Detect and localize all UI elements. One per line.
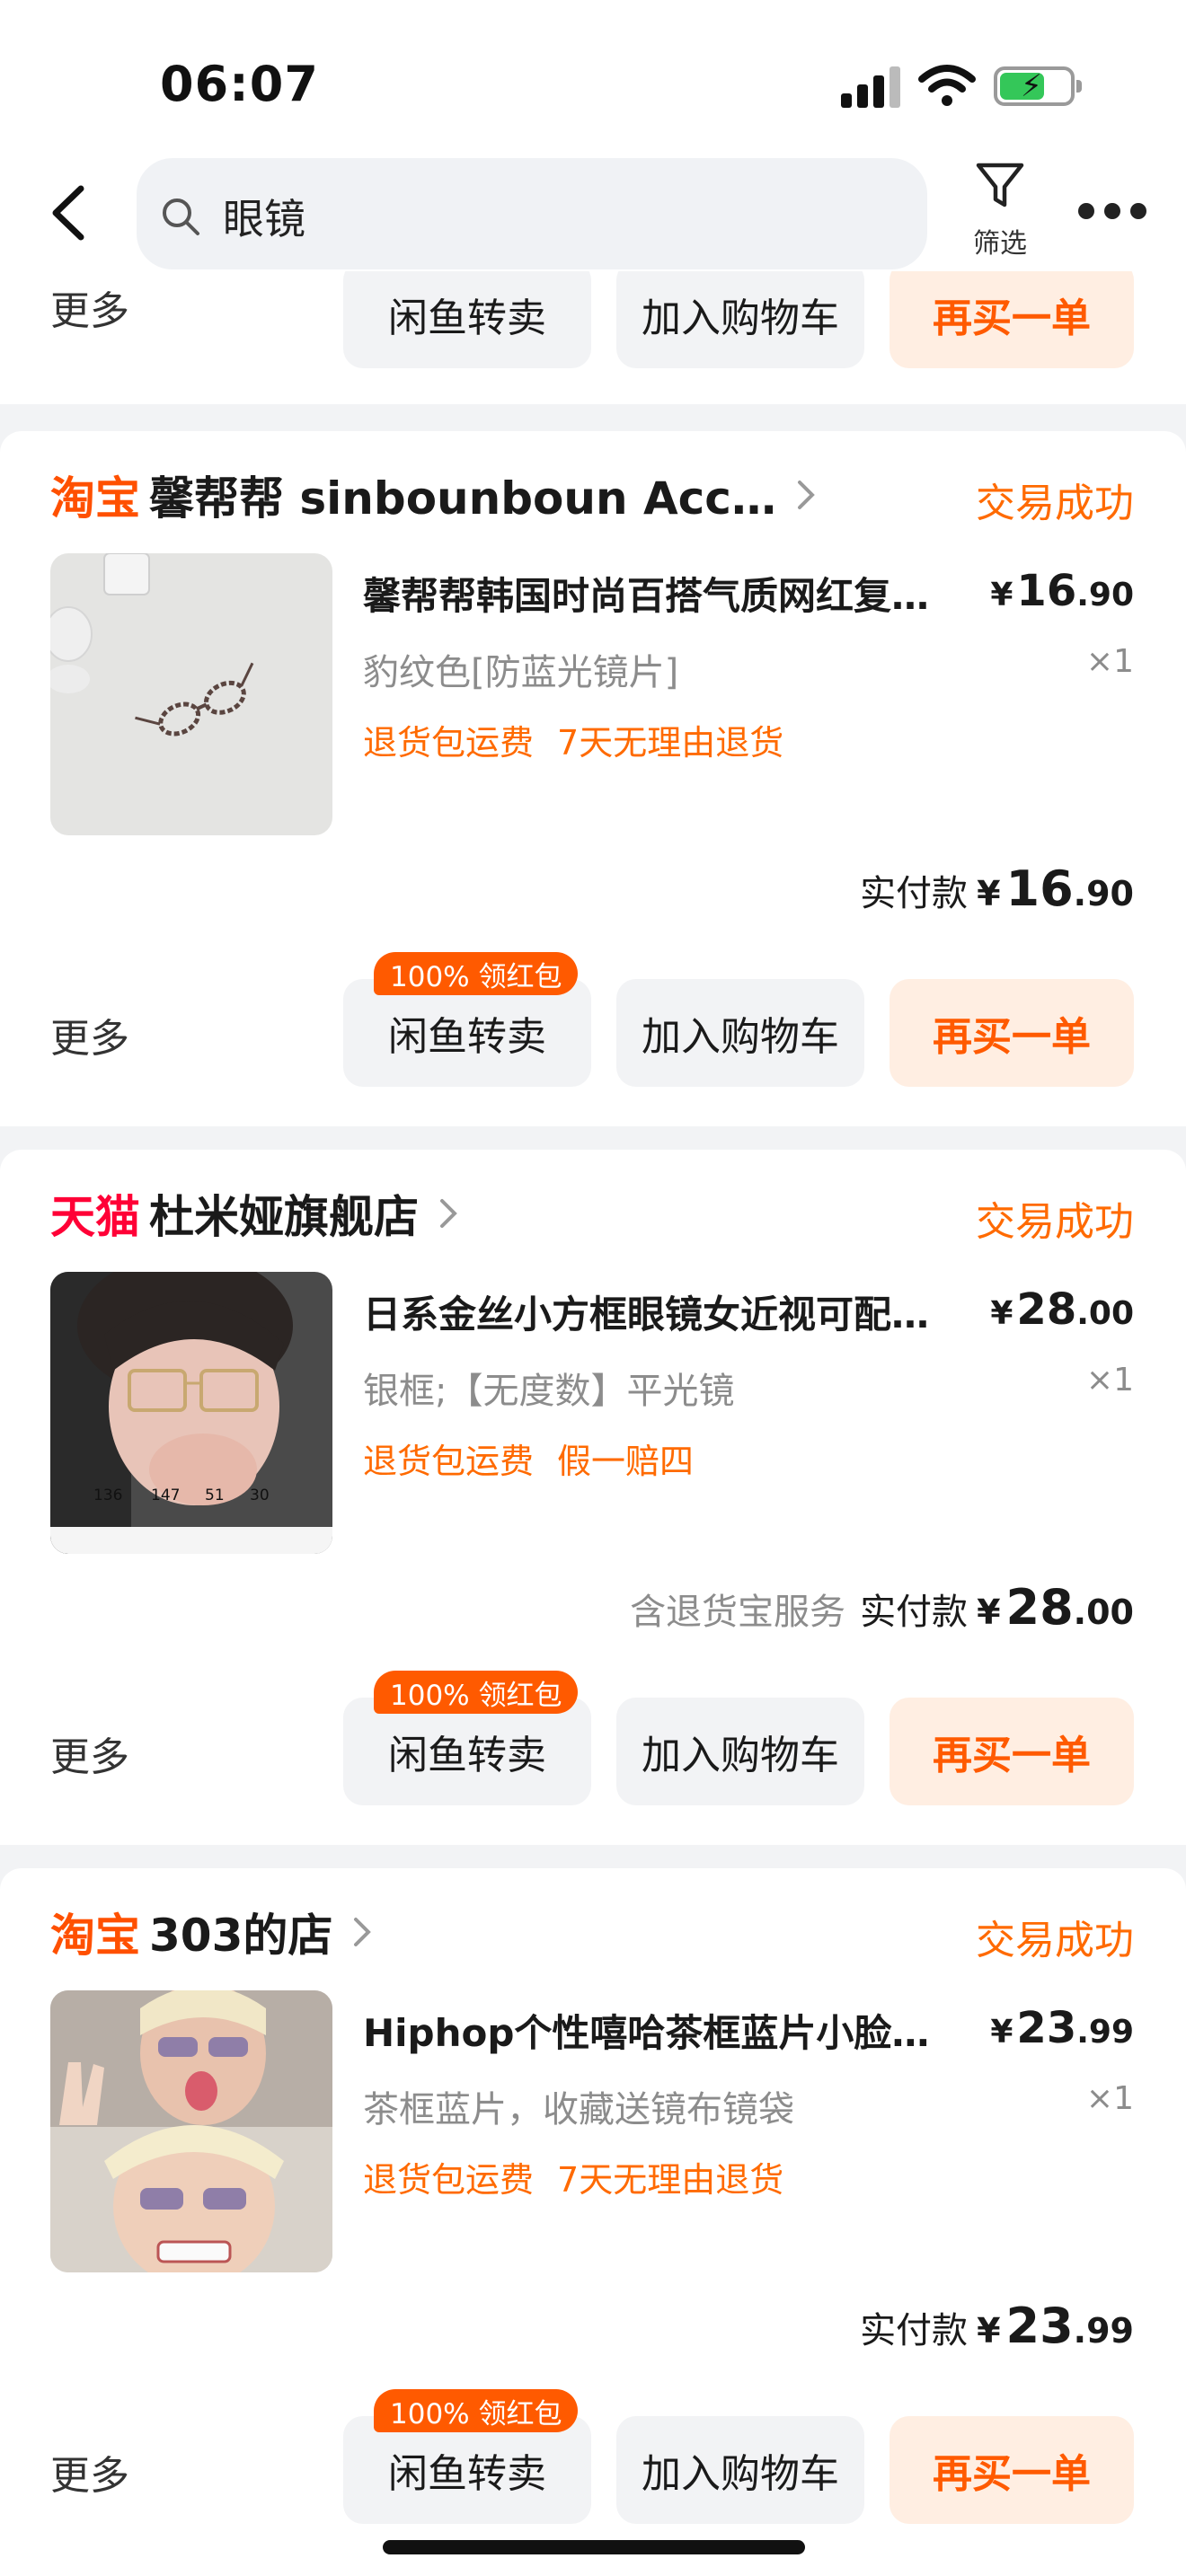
paid-amount: 实付款 ¥23.99	[845, 2298, 1134, 2354]
service-tags: 退货包运费 7天无理由退货	[363, 715, 807, 764]
wifi-icon	[918, 65, 976, 106]
product-price: ¥28.00	[990, 1284, 1134, 1335]
service-tags: 退货包运费 假一赔四	[363, 1434, 717, 1483]
platform-label: 淘宝	[50, 472, 140, 525]
spec-value: 51	[205, 1486, 225, 1504]
product-sku: 茶框蓝片，收藏送镜布镜袋	[363, 2089, 794, 2130]
buy-again-button[interactable]: 再买一单	[890, 260, 1134, 368]
home-indicator[interactable]	[383, 2540, 805, 2554]
order-status: 交易成功	[976, 1918, 1134, 1963]
resell-button[interactable]: 闲鱼转卖	[343, 260, 591, 368]
service-tags: 退货包运费 7天无理由退货	[363, 2152, 807, 2201]
product-sku: 银框;【无度数】平光镜	[363, 1371, 735, 1412]
platform-label: 淘宝	[50, 1910, 140, 1962]
product-title[interactable]: 馨帮帮韩国时尚百搭气质网红复…	[363, 566, 983, 621]
product-quantity: ×1	[1085, 643, 1134, 680]
chevron-right-icon	[440, 1199, 457, 1228]
product-image[interactable]	[50, 553, 332, 835]
spec-value: 136	[93, 1486, 122, 1504]
back-arrow-icon[interactable]	[45, 183, 92, 243]
service-tag: 退货包运费	[363, 1442, 535, 1481]
store-name: 馨帮帮 sinbounboun Acc…	[149, 472, 776, 525]
store-header[interactable]: 天猫 杜米娅旗舰店	[50, 1182, 467, 1245]
more-link[interactable]: 更多	[50, 1006, 129, 1063]
filter-label: 筛选	[973, 228, 1027, 260]
filter-button[interactable]: 筛选	[969, 160, 1031, 268]
cellular-signal-icon	[841, 66, 900, 108]
resell-button[interactable]: 闲鱼转卖	[343, 1698, 591, 1805]
product-image[interactable]: 136 147 51 30	[50, 1272, 332, 1554]
paid-value: ¥28.00	[977, 1579, 1134, 1636]
product-sku: 豹纹色[防蓝光镜片]	[363, 652, 679, 693]
top-bar: 06:07 ⚡ 眼镜 筛选	[0, 0, 1186, 271]
filter-icon	[976, 163, 1024, 207]
product-title[interactable]: Hiphop个性嘻哈茶框蓝片小脸…	[363, 2003, 983, 2058]
battery-icon: ⚡	[994, 66, 1082, 106]
paid-value: ¥23.99	[977, 2298, 1134, 2354]
product-price: ¥23.99	[990, 2003, 1134, 2053]
red-packet-badge: 100% 领红包	[374, 2389, 579, 2432]
service-tag: 退货包运费	[363, 2160, 535, 2200]
product-image[interactable]	[50, 1990, 332, 2272]
search-bar[interactable]: 眼镜	[137, 158, 927, 269]
order-actions: 更多 100% 领红包 闲鱼转卖 加入购物车 再买一单	[0, 2389, 1186, 2524]
paid-amount: 实付款 ¥16.90	[845, 860, 1134, 917]
store-header[interactable]: 淘宝 303的店	[50, 1901, 381, 1963]
paid-label: 实付款	[860, 2310, 969, 2351]
service-tag: 退货包运费	[363, 723, 535, 763]
resell-button[interactable]: 闲鱼转卖	[343, 979, 591, 1087]
red-packet-badge: 100% 领红包	[374, 952, 579, 995]
chevron-right-icon	[797, 481, 815, 509]
more-link[interactable]: 更多	[50, 1725, 129, 1782]
order-actions: 更多 100% 领红包 闲鱼转卖 加入购物车 再买一单	[0, 1671, 1186, 1805]
add-to-cart-button[interactable]: 加入购物车	[616, 260, 864, 368]
more-link[interactable]: 更多	[50, 2443, 129, 2501]
status-time: 06:07	[160, 56, 319, 112]
product-quantity: ×1	[1085, 2080, 1134, 2117]
order-actions: 更多 100% 领红包 闲鱼转卖 加入购物车 再买一单	[0, 952, 1186, 1087]
spec-value: 147	[151, 1486, 180, 1504]
product-price: ¥16.90	[990, 566, 1134, 616]
service-tag: 假一赔四	[557, 1442, 695, 1481]
more-options-icon[interactable]	[1078, 203, 1146, 223]
order-card[interactable]: 天猫 杜米娅旗舰店 交易成功 136 147 51 30 日系金丝小方框眼镜女近…	[0, 1150, 1186, 1845]
resell-button[interactable]: 闲鱼转卖	[343, 2416, 591, 2524]
order-card[interactable]: 淘宝 馨帮帮 sinbounboun Acc… 交易成功 馨帮帮韩国时尚百搭气质…	[0, 431, 1186, 1126]
buy-again-button[interactable]: 再买一单	[890, 2416, 1134, 2524]
search-query: 眼镜	[223, 195, 305, 243]
paid-amount: 含退货宝服务 实付款 ¥28.00	[630, 1579, 1134, 1636]
order-status: 交易成功	[976, 1199, 1134, 1245]
store-name: 杜米娅旗舰店	[149, 1191, 419, 1243]
paid-value: ¥16.90	[977, 860, 1134, 917]
product-title[interactable]: 日系金丝小方框眼镜女近视可配…	[363, 1284, 983, 1339]
more-link[interactable]: 更多	[50, 278, 129, 336]
order-card-previous: 更多 闲鱼转卖 加入购物车 再买一单	[0, 260, 1186, 404]
service-tag: 7天无理由退货	[557, 723, 784, 763]
store-name: 303的店	[149, 1910, 333, 1962]
add-to-cart-button[interactable]: 加入购物车	[616, 2416, 864, 2524]
product-quantity: ×1	[1085, 1362, 1134, 1398]
service-note: 含退货宝服务	[630, 1592, 846, 1633]
platform-label: 天猫	[50, 1191, 140, 1243]
order-card[interactable]: 淘宝 303的店 交易成功 Hiphop个性嘻哈茶框蓝片小脸… ¥23.99 茶…	[0, 1868, 1186, 2576]
buy-again-button[interactable]: 再买一单	[890, 979, 1134, 1087]
add-to-cart-button[interactable]: 加入购物车	[616, 979, 864, 1087]
store-header[interactable]: 淘宝 馨帮帮 sinbounboun Acc…	[50, 463, 825, 526]
paid-label: 实付款	[860, 873, 969, 914]
order-status: 交易成功	[976, 481, 1134, 526]
buy-again-button[interactable]: 再买一单	[890, 1698, 1134, 1805]
red-packet-badge: 100% 领红包	[374, 1671, 579, 1714]
search-icon	[163, 198, 199, 235]
service-tag: 7天无理由退货	[557, 2160, 784, 2200]
spec-value: 30	[250, 1486, 270, 1504]
order-actions: 更多 闲鱼转卖 加入购物车 再买一单	[0, 260, 1186, 386]
add-to-cart-button[interactable]: 加入购物车	[616, 1698, 864, 1805]
paid-label: 实付款	[860, 1592, 969, 1633]
chevron-right-icon	[354, 1918, 372, 1946]
